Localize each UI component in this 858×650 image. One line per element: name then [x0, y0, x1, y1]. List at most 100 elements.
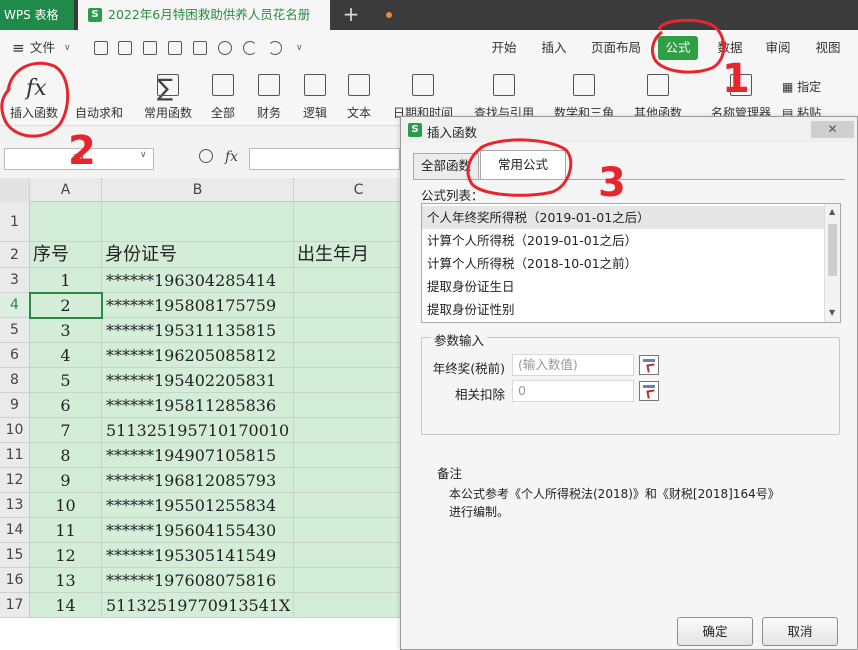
row-header[interactable]: 16 — [0, 568, 30, 593]
name-box-chevron-icon[interactable]: ∨ — [140, 150, 147, 160]
row-header[interactable]: 2 — [0, 242, 30, 268]
hamburger-icon[interactable]: ≡ — [12, 30, 25, 66]
table-cell[interactable] — [294, 468, 400, 493]
insert-function-button[interactable]: fx 插入函数 — [4, 66, 64, 126]
table-cell[interactable]: ******195305141549 — [102, 543, 294, 568]
row-header[interactable]: 17 — [0, 593, 30, 618]
print-preview-icon[interactable] — [218, 41, 232, 55]
table-cell[interactable]: 出生年月 — [294, 242, 400, 268]
column-header-b[interactable]: B — [102, 178, 294, 202]
logic-button[interactable]: 逻辑 — [296, 66, 334, 126]
table-cell[interactable] — [294, 268, 400, 293]
table-cell[interactable] — [102, 202, 294, 242]
table-cell[interactable] — [294, 418, 400, 443]
dialog-title-bar[interactable]: S 插入函数 ✕ — [401, 117, 857, 143]
table-cell[interactable]: 11 — [30, 518, 102, 543]
formula-item[interactable]: 提取身份证性别 — [422, 298, 824, 321]
finance-button[interactable]: 财务 — [250, 66, 288, 126]
table-cell[interactable]: ******195808175759 — [102, 293, 294, 318]
tab-page-layout[interactable]: 页面布局 — [586, 30, 646, 66]
table-cell[interactable]: ******195604155430 — [102, 518, 294, 543]
table-cell[interactable]: ******195811285836 — [102, 393, 294, 418]
row-header[interactable]: 10 — [0, 418, 30, 443]
table-cell[interactable] — [294, 293, 400, 318]
file-menu[interactable]: 文件 — [30, 30, 55, 66]
document-tab[interactable]: S 2022年6月特困救助供养人员花名册 — [78, 0, 392, 30]
row-header[interactable]: 14 — [0, 518, 30, 543]
column-header-a[interactable]: A — [30, 178, 102, 202]
common-functions-button[interactable]: 常用函数 — [138, 66, 198, 126]
specify-button[interactable]: ▦ 指定 — [782, 78, 821, 95]
table-cell[interactable]: 2 — [30, 293, 102, 318]
spreadsheet-grid[interactable]: A B C 1 2 序号 身份证号 出生年月 3 1 ******196304285414 4 2… — [0, 178, 400, 650]
row-header[interactable]: 15 — [0, 543, 30, 568]
table-cell[interactable]: ******196205085812 — [102, 343, 294, 368]
row-header[interactable]: 9 — [0, 393, 30, 418]
formula-list[interactable]: 个人年终奖所得税（2019-01-01之后） 计算个人所得税（2019-01-0… — [421, 203, 841, 323]
ok-button[interactable]: 确定 — [677, 617, 753, 646]
formula-item[interactable]: 个人年终奖所得税（2019-01-01之后） — [422, 206, 824, 229]
row-header[interactable]: 12 — [0, 468, 30, 493]
table-cell[interactable]: 身份证号 — [102, 242, 294, 268]
text-button[interactable]: 文本 — [340, 66, 378, 126]
table-cell[interactable]: 51132519770913541X — [102, 593, 294, 618]
formula-item[interactable]: 计算个人所得税（2019-01-01之后） — [422, 229, 824, 252]
scroll-thumb[interactable] — [828, 224, 837, 276]
new-tab-button[interactable]: + — [340, 0, 362, 30]
table-cell[interactable] — [294, 368, 400, 393]
table-cell[interactable] — [294, 543, 400, 568]
table-cell[interactable] — [294, 518, 400, 543]
tab-common-formulas[interactable]: 常用公式 — [480, 150, 566, 180]
table-cell[interactable]: 1 — [30, 268, 102, 293]
table-cell[interactable]: 8 — [30, 443, 102, 468]
formula-input[interactable] — [249, 148, 400, 170]
autosum-button[interactable]: ∑ 自动求和 — [68, 66, 173, 126]
param2-input[interactable]: 0 — [512, 380, 634, 402]
close-icon[interactable]: ✕ — [811, 121, 854, 138]
table-cell[interactable]: 10 — [30, 493, 102, 518]
table-cell[interactable]: ******194907105815 — [102, 443, 294, 468]
table-cell[interactable]: ******196812085793 — [102, 468, 294, 493]
scroll-down-icon[interactable]: ▼ — [829, 308, 835, 317]
table-cell[interactable]: 14 — [30, 593, 102, 618]
table-cell[interactable] — [294, 318, 400, 343]
formula-item[interactable]: 提取身份证生日 — [422, 275, 824, 298]
param1-input[interactable]: (输入数值) — [512, 354, 634, 376]
table-cell[interactable]: 12 — [30, 543, 102, 568]
table-cell[interactable]: 13 — [30, 568, 102, 593]
tab-all-functions[interactable]: 全部函数 — [413, 153, 479, 179]
table-cell[interactable]: 序号 — [30, 242, 102, 268]
table-cell[interactable] — [294, 202, 400, 242]
table-cell[interactable]: ******195501255834 — [102, 493, 294, 518]
tab-review[interactable]: 审阅 — [758, 30, 798, 66]
table-cell[interactable]: ******197608075816 — [102, 568, 294, 593]
tab-insert[interactable]: 插入 — [534, 30, 574, 66]
new-file-icon[interactable] — [94, 41, 108, 55]
table-cell[interactable]: ******196304285414 — [102, 268, 294, 293]
row-header[interactable]: 5 — [0, 318, 30, 343]
zoom-icon[interactable] — [199, 149, 213, 163]
row-header[interactable]: 8 — [0, 368, 30, 393]
save-icon[interactable] — [143, 41, 157, 55]
fx-icon[interactable]: fx — [225, 149, 238, 165]
row-header[interactable]: 11 — [0, 443, 30, 468]
table-cell[interactable] — [294, 393, 400, 418]
table-cell[interactable]: ******195402205831 — [102, 368, 294, 393]
row-header[interactable]: 6 — [0, 343, 30, 368]
range-picker-icon[interactable] — [639, 355, 659, 375]
table-cell[interactable]: 4 — [30, 343, 102, 368]
table-cell[interactable]: ******195311135815 — [102, 318, 294, 343]
table-cell[interactable]: 3 — [30, 318, 102, 343]
row-header[interactable]: 13 — [0, 493, 30, 518]
row-header[interactable]: 1 — [0, 202, 30, 242]
open-folder-icon[interactable] — [118, 41, 132, 55]
select-all-corner[interactable] — [0, 178, 30, 202]
cancel-button[interactable]: 取消 — [762, 617, 838, 646]
table-cell[interactable]: 5 — [30, 368, 102, 393]
row-header[interactable]: 3 — [0, 268, 30, 293]
print-icon[interactable] — [193, 41, 207, 55]
formula-item[interactable]: 计算个人所得税（2018-10-01之前） — [422, 252, 824, 275]
redo-icon[interactable] — [268, 41, 282, 55]
pdf-export-icon[interactable] — [168, 41, 182, 55]
tab-view[interactable]: 视图 — [808, 30, 848, 66]
